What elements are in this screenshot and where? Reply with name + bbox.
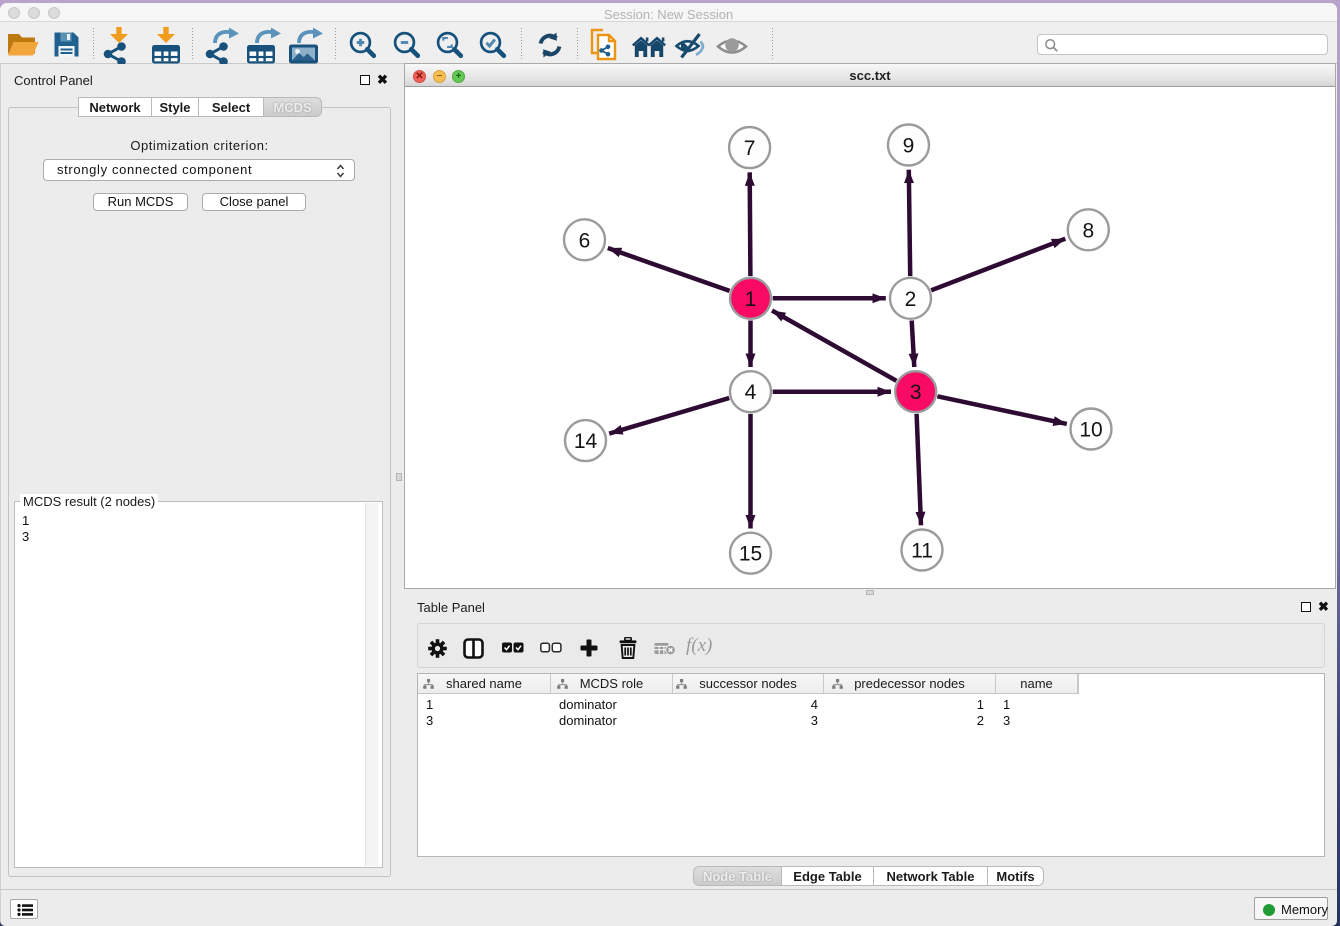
svg-text:1: 1 (745, 288, 757, 311)
svg-text:4: 4 (745, 381, 757, 404)
svg-text:11: 11 (911, 540, 933, 563)
svg-text:9: 9 (903, 135, 915, 158)
svg-text:2: 2 (905, 288, 917, 311)
svg-text:3: 3 (910, 381, 922, 404)
svg-text:10: 10 (1079, 419, 1102, 442)
svg-text:6: 6 (579, 229, 591, 252)
svg-text:7: 7 (744, 137, 756, 160)
svg-text:14: 14 (574, 430, 598, 453)
svg-text:8: 8 (1082, 219, 1094, 242)
svg-text:15: 15 (739, 543, 762, 566)
